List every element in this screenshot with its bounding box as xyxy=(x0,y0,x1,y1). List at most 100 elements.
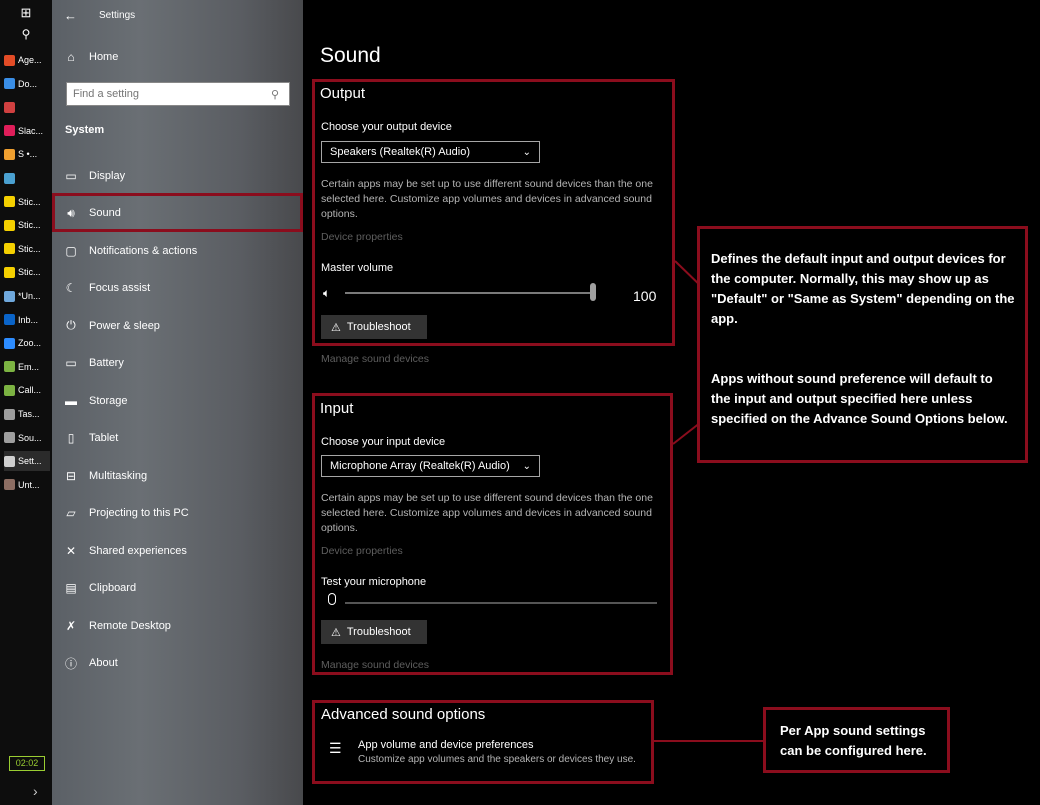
app-icon xyxy=(4,455,15,467)
callout-text: Defines the default input and output dev… xyxy=(711,251,1015,326)
taskbar-app-label: Stic... xyxy=(18,267,41,278)
sidebar-item-shared-experiences[interactable]: ✕ Shared experiences xyxy=(52,533,303,569)
taskbar-app-label: Do... xyxy=(18,78,38,89)
clock[interactable]: 02:02 xyxy=(9,756,45,771)
sidebar-item-label: Tablet xyxy=(89,432,119,444)
app-icon xyxy=(4,408,15,420)
sidebar-item-projecting-to-this-pc[interactable]: ▱ Projecting to this PC xyxy=(52,495,303,531)
storage-icon: ▬ xyxy=(65,393,77,408)
sidebar-item-label: Focus assist xyxy=(89,282,151,294)
sidebar-item-label: Multitasking xyxy=(89,469,148,482)
app-icon xyxy=(4,290,15,302)
taskbar-app-button[interactable]: Sett... xyxy=(4,451,50,472)
sidebar-item-label: About xyxy=(89,657,118,669)
remote-icon: ✗ xyxy=(65,618,77,633)
taskbar-app-button[interactable]: Inb... xyxy=(4,310,50,330)
sidebar-item-clipboard[interactable]: ▤ Clipboard xyxy=(52,570,303,606)
taskbar-app-button[interactable]: Unt... xyxy=(4,475,50,495)
sidebar-item-label: Storage xyxy=(89,394,128,407)
chevron-right-icon[interactable]: › xyxy=(33,783,38,799)
app-icon xyxy=(4,78,15,90)
info-icon: ⓘ xyxy=(64,656,77,671)
sidebar-item-notifications-actions[interactable]: ▢ Notifications & actions xyxy=(52,233,303,269)
battery-icon: ▭ xyxy=(65,356,77,370)
power-icon: ⏻ xyxy=(66,318,76,332)
taskbar-app-button[interactable]: Age... xyxy=(4,50,50,70)
taskbar-app-label: Unt... xyxy=(18,479,40,490)
callout-per-app: Per App sound settings can be configured… xyxy=(763,707,950,773)
callout-default-devices: Defines the default input and output dev… xyxy=(697,226,1028,463)
section-label: System xyxy=(65,124,105,136)
taskbar-app-button[interactable]: Sou... xyxy=(4,428,50,448)
taskbar-app-label: Sett... xyxy=(18,456,42,467)
notification-icon: ▢ xyxy=(65,243,77,258)
taskbar-app-label: Sou... xyxy=(18,432,42,443)
search-icon[interactable]: ⚲ xyxy=(0,27,52,41)
windows-start-icon[interactable]: ⊞ xyxy=(0,5,52,21)
sidebar-item-label: Notifications & actions xyxy=(89,244,198,257)
taskbar-app-button[interactable]: Em... xyxy=(4,357,50,377)
sidebar-item-label: Clipboard xyxy=(89,582,137,594)
taskbar-app-label: Zoo... xyxy=(18,338,42,349)
sidebar-item-focus-assist[interactable]: ☾ Focus assist xyxy=(52,270,303,306)
sidebar-item-storage[interactable]: ▬ Storage xyxy=(52,383,303,419)
taskbar-app-button[interactable]: Do... xyxy=(4,74,50,94)
app-icon xyxy=(4,101,15,113)
taskbar: ⊞ ⚲ Age... Do... Slac... S •... Stic... Stic.… xyxy=(0,0,52,805)
sidebar-item-battery[interactable]: ▭ Battery xyxy=(52,345,303,381)
app-icon xyxy=(4,54,15,66)
taskbar-app-label: Stic... xyxy=(18,243,41,254)
window-title-bar: ← Settings xyxy=(64,8,135,23)
taskbar-app-label: Stic... xyxy=(18,196,41,207)
page-title: Sound xyxy=(320,44,381,67)
taskbar-app-label: *Un... xyxy=(18,291,41,301)
search-box[interactable]: ⚲ xyxy=(66,82,290,106)
taskbar-app-button[interactable] xyxy=(4,168,50,188)
taskbar-app-button[interactable]: Stic... xyxy=(4,239,50,259)
connector-line xyxy=(654,740,765,742)
app-icon xyxy=(4,172,15,184)
sidebar-item-power-sleep[interactable]: ⏻ Power & sleep xyxy=(52,308,303,344)
taskbar-app-label: Stic... xyxy=(18,220,41,231)
app-icon xyxy=(4,125,15,137)
taskbar-app-button[interactable]: Call... xyxy=(4,380,50,400)
multitasking-icon: ⊟ xyxy=(65,468,77,483)
highlight-input-section xyxy=(312,393,673,675)
sidebar-item-about[interactable]: ⓘ About xyxy=(52,645,303,681)
manage-output-devices-link[interactable]: Manage sound devices xyxy=(321,353,429,365)
app-icon xyxy=(4,479,15,491)
taskbar-app-label: Em... xyxy=(18,361,40,372)
taskbar-app-button[interactable] xyxy=(4,97,50,117)
taskbar-app-button[interactable]: S •... xyxy=(4,144,50,164)
highlight-output-section xyxy=(312,79,675,346)
taskbar-app-button[interactable]: Stic... xyxy=(4,262,50,282)
highlight-sound-nav xyxy=(52,193,303,232)
shared-icon: ✕ xyxy=(65,543,77,558)
settings-sidebar: ← Settings ⌂ Home ⚲ System ▭Display🔊︎Sou… xyxy=(52,0,303,805)
app-icon xyxy=(4,266,15,278)
taskbar-app-button[interactable]: Stic... xyxy=(4,215,50,235)
sidebar-item-multitasking[interactable]: ⊟ Multitasking xyxy=(52,458,303,494)
taskbar-app-label: S •... xyxy=(18,149,38,160)
sidebar-item-home[interactable]: ⌂ Home xyxy=(52,39,303,75)
sidebar-item-label: Shared experiences xyxy=(89,544,187,557)
taskbar-app-button[interactable]: Zoo... xyxy=(4,333,50,353)
sidebar-item-display[interactable]: ▭ Display xyxy=(52,158,303,194)
sidebar-item-tablet[interactable]: ▯ Tablet xyxy=(52,420,303,456)
back-arrow-icon[interactable]: ← xyxy=(64,8,77,23)
taskbar-app-button[interactable]: Tas... xyxy=(4,404,50,424)
sidebar-item-label: Home xyxy=(89,51,119,63)
app-icon xyxy=(4,384,15,396)
taskbar-app-button[interactable]: *Un... xyxy=(4,286,50,306)
sidebar-item-remote-desktop[interactable]: ✗ Remote Desktop xyxy=(52,608,303,644)
projector-icon: ▱ xyxy=(66,506,76,520)
search-input[interactable] xyxy=(67,87,271,101)
taskbar-app-label: Call... xyxy=(18,385,42,396)
sidebar-item-label: Power & sleep xyxy=(89,319,160,332)
home-icon: ⌂ xyxy=(67,50,75,64)
search-icon[interactable]: ⚲ xyxy=(271,88,285,101)
taskbar-app-button[interactable]: Slac... xyxy=(4,121,50,141)
app-icon xyxy=(4,314,15,326)
taskbar-app-button[interactable]: Stic... xyxy=(4,192,50,212)
monitor-icon: ▭ xyxy=(65,168,77,183)
